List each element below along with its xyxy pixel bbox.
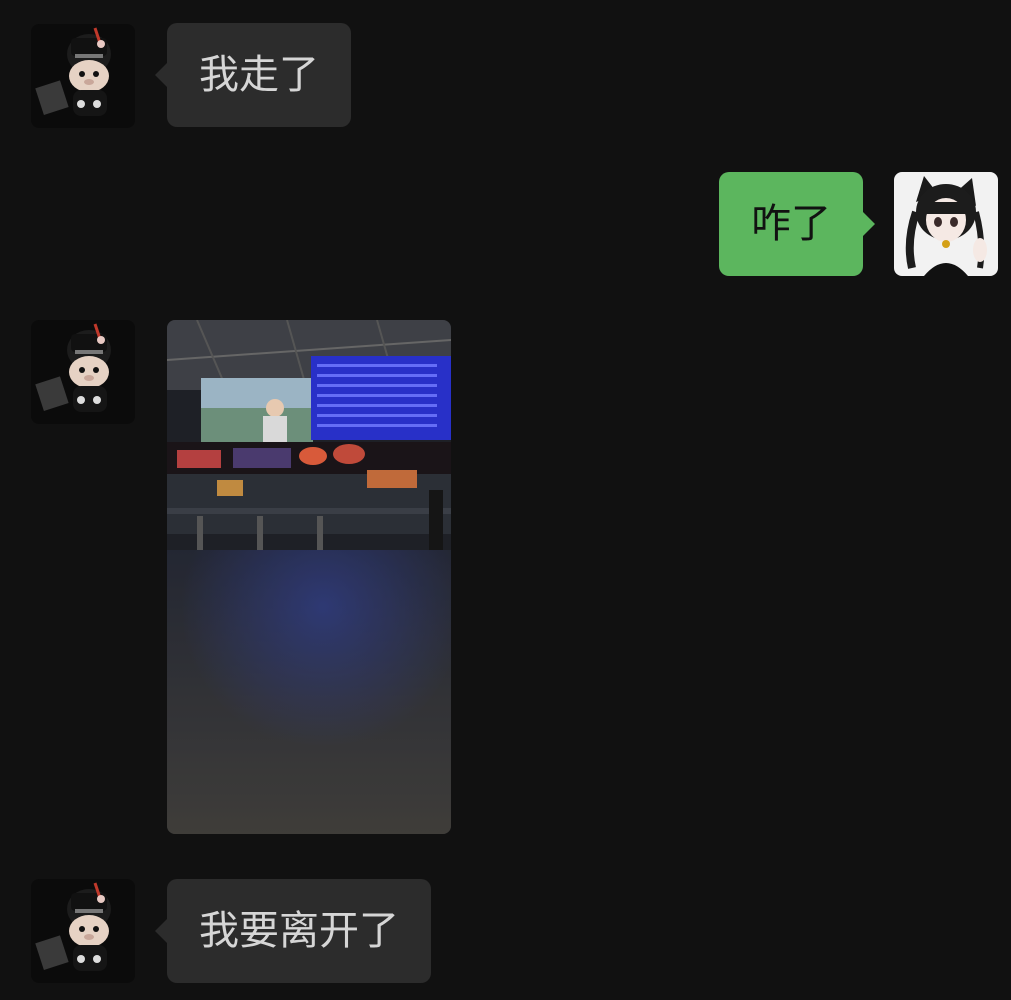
my-avatar[interactable] [894,172,998,276]
plush-bear-avatar-icon [31,24,135,128]
message-bubble[interactable]: 咋了 [719,172,875,276]
station-photo-icon [167,320,451,834]
contact-avatar[interactable] [31,24,135,128]
message-bubble[interactable]: 我走了 [155,23,351,127]
plush-bear-avatar-icon [31,879,135,983]
contact-avatar[interactable] [31,320,135,424]
image-message[interactable] [167,320,451,834]
plush-bear-avatar-icon [31,320,135,424]
message-bubble[interactable]: 我要离开了 [155,879,431,983]
anime-girl-avatar-icon [894,172,998,276]
contact-avatar[interactable] [31,879,135,983]
